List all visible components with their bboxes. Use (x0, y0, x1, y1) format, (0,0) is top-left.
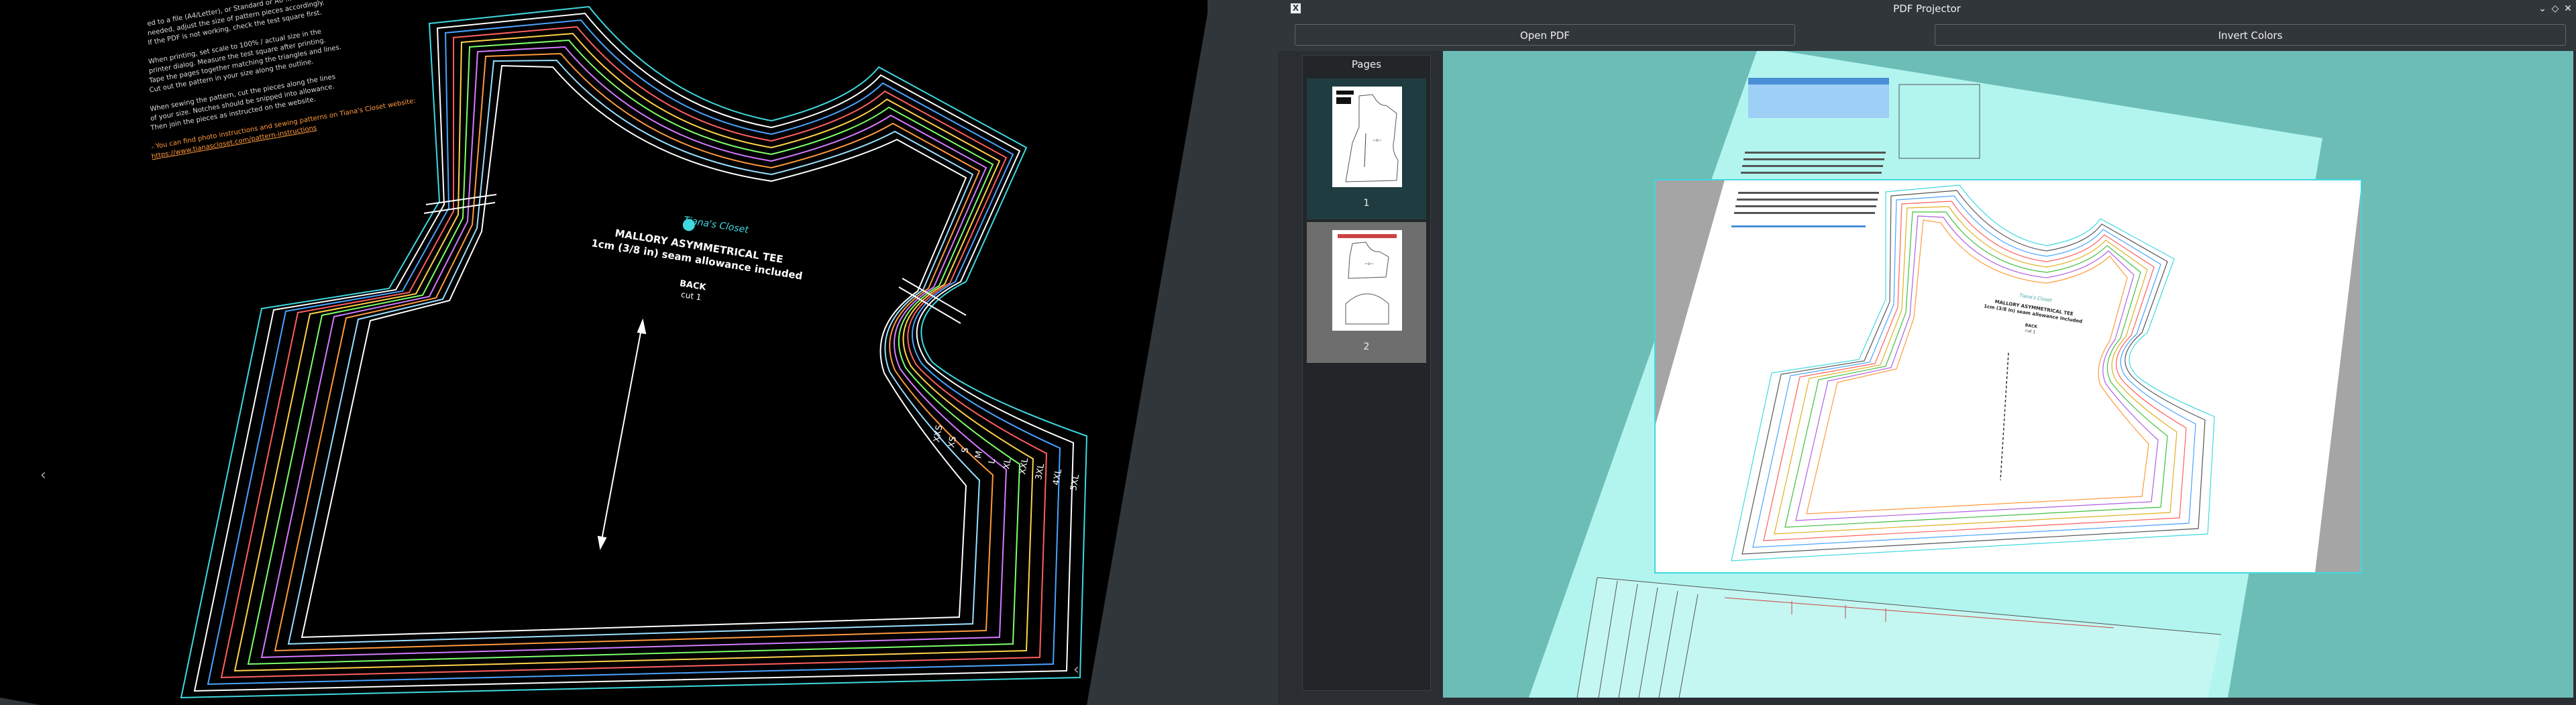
title-bar[interactable]: PDF Projector X ⌄ ◇ ✕ (1278, 0, 2576, 17)
page-number-1: 1 (1363, 198, 1370, 209)
svg-text:~o~: ~o~ (1373, 138, 1382, 143)
page-number-2: 2 (1363, 341, 1370, 352)
page-render (1655, 180, 2362, 573)
pages-panel-title: Pages (1351, 58, 1382, 70)
window-title: PDF Projector (1893, 3, 1961, 15)
page-thumbnail-1[interactable]: ~o~ 1 (1307, 78, 1426, 219)
page-thumbnail-2[interactable]: ~o~ 2 (1307, 222, 1426, 363)
projection-canvas: ed to a file (A4/Letter), or Standard or… (0, 0, 1208, 705)
svg-text:~o~: ~o~ (1364, 262, 1374, 266)
pdf-projector-window: PDF Projector X ⌄ ◇ ✕ Open PDF Invert Co… (1278, 0, 2576, 705)
left-chevron-icon: ‹ (40, 467, 46, 484)
pages-panel: Pages ~o~ 1 ~o~ 2 (1302, 55, 1431, 691)
page-2-preview: ~o~ (1332, 230, 1402, 331)
toolbar: Open PDF Invert Colors (1278, 17, 2576, 51)
svg-text:XS: XS (947, 435, 959, 449)
minimize-button[interactable]: ⌄ (2536, 2, 2548, 15)
invert-colors-button[interactable]: Invert Colors (1935, 24, 2566, 46)
page-1-preview: ~o~ (1332, 87, 1402, 187)
open-pdf-button[interactable]: Open PDF (1295, 24, 1795, 46)
maximize-button[interactable]: ◇ (2549, 2, 2561, 15)
projection-preview[interactable]: Tiana's Closet MALLORY ASYMMETRICAL TEE … (1443, 51, 2573, 698)
projection-view: ed to a file (A4/Letter), or Standard or… (0, 0, 1208, 705)
right-chevron-icon: ‹ (1073, 661, 1079, 678)
size-chart-table (1748, 78, 1889, 118)
preview-canvas: Tiana's Closet MALLORY ASYMMETRICAL TEE … (1529, 51, 2362, 698)
close-button[interactable]: ✕ (2562, 2, 2574, 15)
app-icon: X (1291, 3, 1301, 13)
